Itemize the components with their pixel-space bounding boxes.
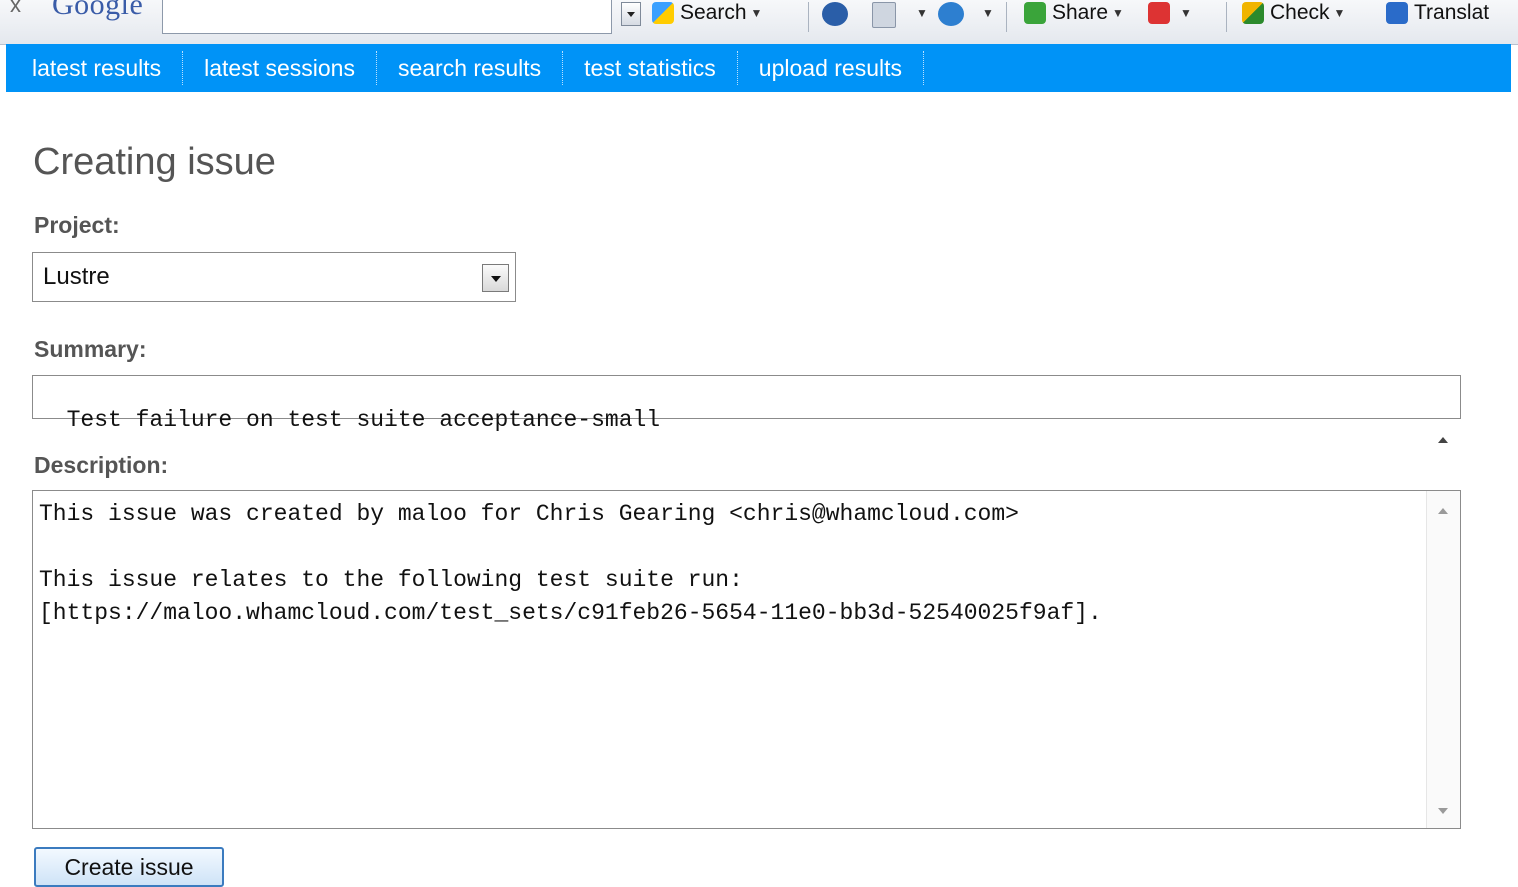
description-line xyxy=(39,531,1400,564)
globe-icon[interactable] xyxy=(822,2,848,26)
chevron-down-icon: ▼ xyxy=(1333,6,1346,20)
chevron-down-icon: ▼ xyxy=(916,6,928,20)
google-search-icon xyxy=(652,2,674,24)
bubble-icon[interactable] xyxy=(938,2,964,26)
description-line: [https://maloo.whamcloud.com/test_sets/c… xyxy=(39,600,1102,626)
description-line: This issue was created by maloo for Chri… xyxy=(39,501,1019,527)
nav-search-results[interactable]: search results xyxy=(377,51,564,85)
chevron-down-icon: ▼ xyxy=(1112,6,1124,20)
chevron-down-icon: ▼ xyxy=(982,6,994,20)
toolbar-check-button[interactable]: Check ▼ xyxy=(1242,0,1345,28)
toolbar-search-input[interactable] xyxy=(162,0,612,34)
browser-toolbar: x Google Search ▼ ▼ ▼ Share ▼ ▼ Check ▼ … xyxy=(0,0,1518,45)
summary-resize-spinner[interactable] xyxy=(1434,380,1452,511)
project-label: Project: xyxy=(34,212,120,238)
description-line: This issue relates to the following test… xyxy=(39,567,743,593)
spellcheck-icon xyxy=(1242,2,1264,24)
toolbar-search-label: Search xyxy=(680,1,747,24)
chevron-down-icon[interactable] xyxy=(482,264,509,292)
project-select[interactable]: Lustre xyxy=(32,252,516,302)
chevron-down-icon: ▼ xyxy=(750,6,763,20)
google-logo: Google xyxy=(52,0,144,21)
toolbar-share-label: Share xyxy=(1052,1,1109,24)
summary-input[interactable]: Test failure on test suite acceptance-sm… xyxy=(32,375,1461,511)
scroll-down-icon[interactable] xyxy=(1438,808,1448,814)
toolbar-sidewiki-button[interactable]: ▼ xyxy=(1148,0,1192,28)
toolbar-translate-label: Translat xyxy=(1414,1,1490,24)
close-toolbar-icon[interactable]: x xyxy=(10,0,21,18)
toolbar-divider xyxy=(1226,2,1227,32)
chevron-down-icon: ▼ xyxy=(1180,6,1192,20)
nav-latest-results[interactable]: latest results xyxy=(32,51,184,85)
sidewiki-icon xyxy=(1148,2,1170,24)
nav-test-statistics[interactable]: test statistics xyxy=(563,51,738,85)
toolbar-share-button[interactable]: Share ▼ xyxy=(1024,0,1124,28)
translate-icon xyxy=(1386,2,1408,24)
page-icon[interactable] xyxy=(872,2,896,28)
main-nav: latest results latest sessions search re… xyxy=(6,44,1511,92)
page-title: Creating issue xyxy=(33,141,276,183)
arrow-up-icon xyxy=(1438,437,1448,443)
toolbar-translate-button[interactable]: Translat xyxy=(1386,0,1489,28)
summary-label: Summary: xyxy=(34,336,147,362)
description-label: Description: xyxy=(34,452,169,478)
toolbar-check-label: Check xyxy=(1270,1,1330,24)
nav-upload-results[interactable]: upload results xyxy=(738,51,924,85)
description-scrollbar[interactable] xyxy=(1426,491,1460,828)
create-issue-button[interactable]: Create issue xyxy=(34,847,224,887)
toolbar-divider xyxy=(808,2,809,32)
project-select-value: Lustre xyxy=(43,263,110,290)
share-icon xyxy=(1024,2,1046,24)
nav-latest-sessions[interactable]: latest sessions xyxy=(183,51,377,85)
toolbar-search-dropdown[interactable] xyxy=(621,2,641,26)
scroll-up-icon[interactable] xyxy=(1438,508,1448,514)
description-textarea[interactable]: This issue was created by maloo for Chri… xyxy=(32,490,1461,829)
summary-value: Test failure on test suite acceptance-sm… xyxy=(66,407,661,433)
toolbar-search-button[interactable]: Search ▼ xyxy=(652,0,762,28)
toolbar-divider xyxy=(1006,2,1007,32)
